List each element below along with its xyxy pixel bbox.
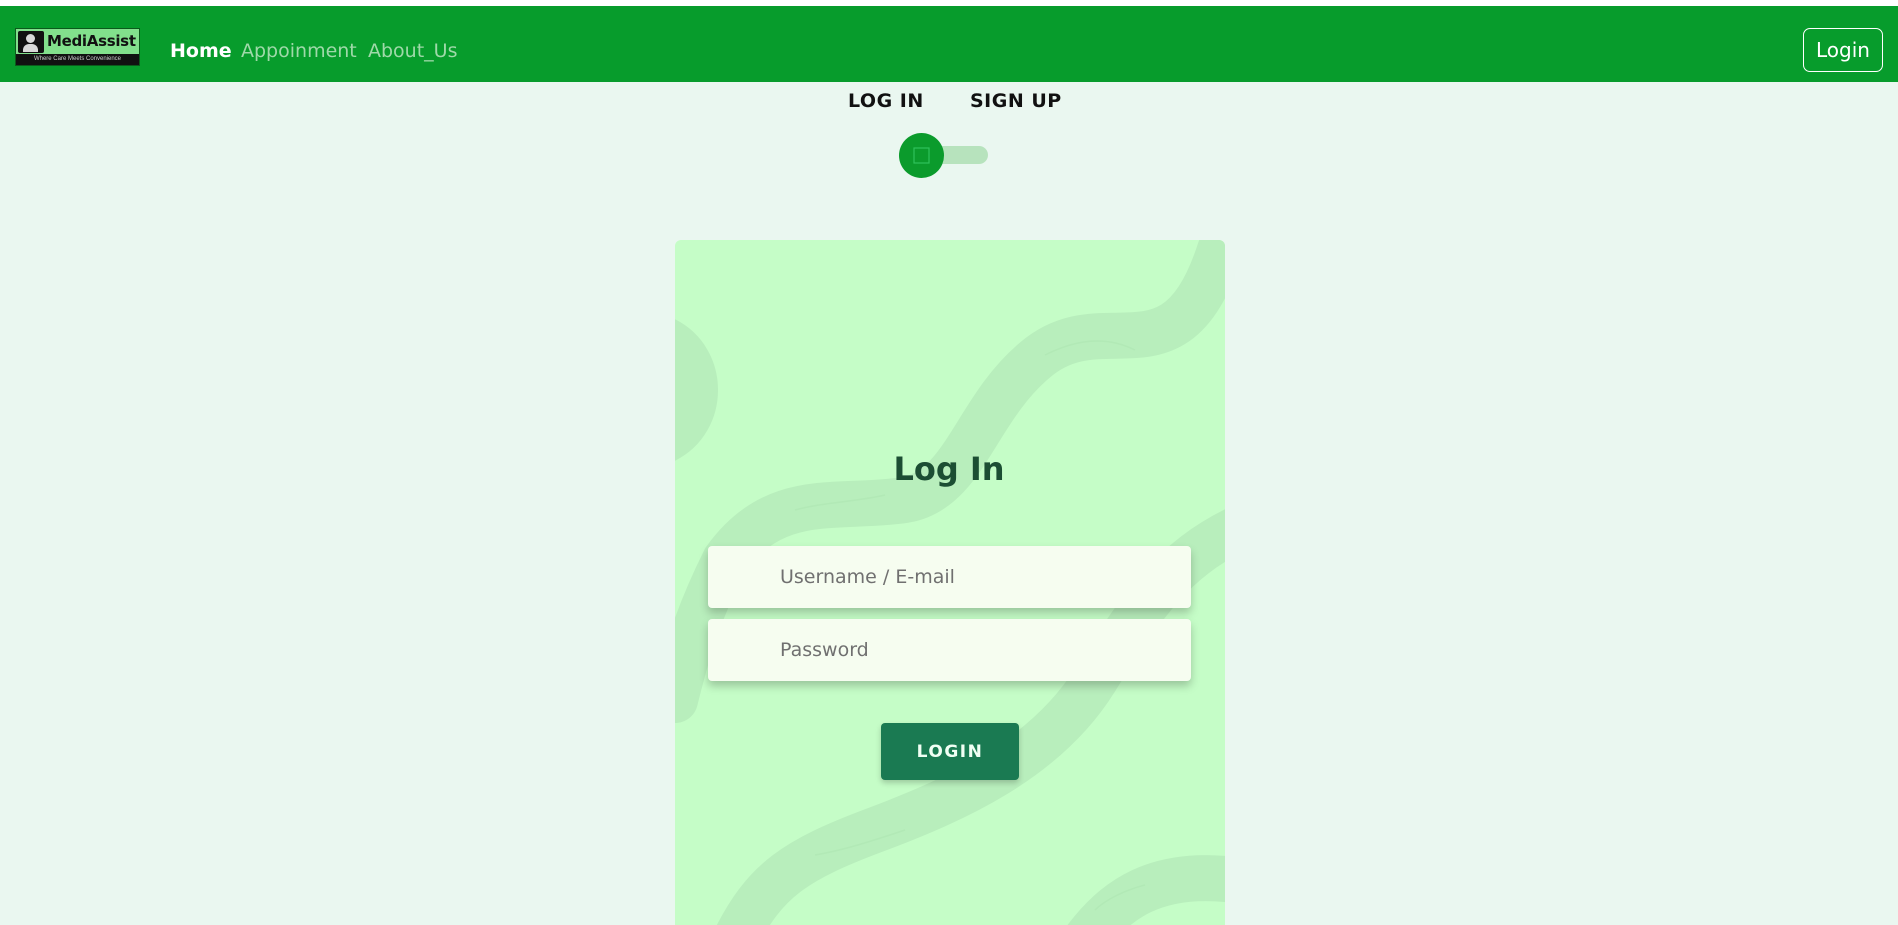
login-submit-button[interactable]: LOGIN — [881, 723, 1019, 780]
auth-toggle-knob[interactable] — [899, 133, 944, 178]
nav-link-appointment[interactable]: Appoinment — [241, 40, 357, 62]
doctor-icon — [18, 31, 44, 53]
brand-logo[interactable]: MediAssist Where Care Meets Convenience — [15, 28, 140, 66]
switch-label-signup[interactable]: SIGN UP — [970, 90, 1062, 112]
form-title: Log In — [893, 450, 1005, 488]
brand-tagline: Where Care Meets Convenience — [16, 54, 139, 65]
brand-name: MediAssist — [47, 32, 136, 50]
nav-link-about-us[interactable]: About_Us — [368, 40, 457, 62]
nav-link-home[interactable]: Home — [170, 40, 232, 62]
nav-login-button[interactable]: Login — [1803, 28, 1883, 72]
switch-label-login[interactable]: LOG IN — [848, 90, 924, 112]
toggle-glyph-icon — [913, 147, 930, 164]
password-input[interactable] — [708, 619, 1191, 681]
navbar: MediAssist Where Care Meets Convenience … — [0, 6, 1898, 82]
username-input[interactable] — [708, 546, 1191, 608]
